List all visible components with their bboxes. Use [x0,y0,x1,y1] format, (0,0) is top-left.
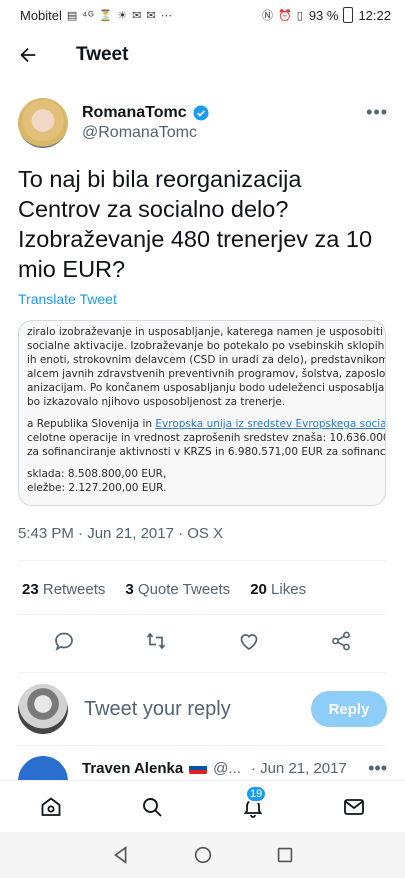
tweet-timestamp[interactable]: 5:43 PM · Jun 21, 2017 · OS X [18,525,223,542]
retweet-action[interactable] [144,629,168,658]
quote-label: Quote Tweets [137,581,231,598]
system-home-icon[interactable] [192,844,214,866]
page-title: Tweet [76,44,129,65]
likes-label: Likes [271,581,307,598]
nav-notifications[interactable]: 19 [233,784,273,827]
search-icon [142,797,162,817]
reply-button[interactable]: Reply [311,691,387,727]
author-name[interactable]: RomanaTomc [82,104,187,122]
doc-text: a Republika Slovenija in [27,418,156,430]
doc-line: a Republika Slovenija in Evropska unija … [27,417,386,431]
likes-stat[interactable]: 20 Likes [250,581,306,598]
share-action[interactable] [329,629,353,658]
retweets-count: 23 [22,581,39,598]
system-back-icon[interactable] [110,844,132,866]
slovenia-flag-icon [189,762,208,774]
user-avatar[interactable] [18,684,68,734]
doc-link: Evropska unija iz sredstev Evropskega so… [155,418,386,430]
reply-composer: Tweet your reply Reply [18,682,387,736]
nav-home[interactable] [31,787,71,827]
tweet-media-image[interactable]: ziralo izobraževanje in usposabljanje, k… [18,320,386,506]
back-button[interactable] [0,30,56,80]
carrier-label: Mobitel [20,7,62,23]
bottom-navigation: 19 [0,780,405,832]
more-options-icon[interactable]: ••• [366,102,388,123]
author-avatar[interactable] [18,98,68,148]
status-icons-right: Ⓝ ⏰ ▯ [261,10,304,22]
doc-line: alcem javnih zdravstvenih preventivnih p… [27,368,386,380]
divider [18,614,387,615]
reply-author-handle: @... [213,759,241,777]
status-icons-left: ▤ ⁴ᴳ ⏳ ☀ ✉ ✉ ⋯ [66,9,173,22]
reply-action[interactable] [52,629,76,658]
doc-line: anizacijam. Po končanem usposabljanju bo… [27,382,386,394]
heart-icon [240,633,257,650]
mail-icon [344,798,365,815]
reply-author-avatar[interactable] [18,756,68,780]
reply-input[interactable]: Tweet your reply [84,698,311,721]
doc-line: ih enoti, strokovnim delavcem (CSD in ur… [27,354,386,366]
verified-badge-icon [193,105,209,121]
divider [18,745,387,746]
translate-tweet-link[interactable]: Translate Tweet [18,291,117,307]
retweet-icon [147,632,166,649]
quote-count: 3 [125,581,134,598]
doc-line: ziralo izobraževanje in usposabljanje, k… [27,326,386,338]
tweet-actions [18,628,387,658]
home-icon [41,796,61,816]
clock: 12:22 [358,7,391,23]
divider [18,672,387,673]
doc-line: bo izkazovalo njihovo usposobljenost za … [27,396,286,408]
nav-search[interactable] [132,787,172,827]
retweets-stat[interactable]: 23 Retweets [22,581,105,598]
status-bar: Mobitel ▤ ⁴ᴳ ⏳ ☀ ✉ ✉ ⋯ Ⓝ ⏰ ▯ 93 % 12:22 [0,0,405,30]
tweet-text: To naj bi bila reorganizacija Centrov za… [18,166,373,282]
author-handle[interactable]: @RomanaTomc [82,124,210,142]
doc-line: za sofinanciranje aktivnosti v KRZS in 6… [27,446,386,458]
tweet-author: RomanaTomc @RomanaTomc ••• [18,96,388,150]
reply-date: · Jun 21, 2017 [250,759,347,777]
reply-tweet-preview[interactable]: Traven Alenka @... · Jun 21, 2017 ••• [18,756,387,780]
back-arrow-icon [20,47,36,63]
battery-label: 93 % [308,7,339,23]
system-navigation-bar [0,832,405,878]
quote-tweets-stat[interactable]: 3 Quote Tweets [125,581,230,598]
doc-line: eležbe: 2.127.200,00 EUR. [27,482,167,494]
notifications-badge: 19 [245,784,268,803]
likes-count: 20 [250,581,267,598]
reply-author-name[interactable]: Traven Alenka [82,760,183,777]
divider [18,560,387,561]
doc-line: celotne operacije in vrednost zaprošenih… [27,432,386,444]
comment-icon [55,632,73,651]
like-action[interactable] [237,629,261,658]
share-icon [331,631,350,650]
top-bar: Tweet [0,30,405,80]
nav-messages[interactable] [334,787,374,827]
document-scan: ziralo izobraževanje in usposabljanje, k… [19,321,386,505]
battery-icon [343,7,354,23]
retweets-label: Retweets [42,581,106,598]
tweet-stats: 23 Retweets 3 Quote Tweets 20 Likes [22,581,306,598]
doc-line: sklada: 8.508.800,00 EUR, [27,468,167,480]
doc-line: socialne aktivacije. Izobraževanje bo po… [27,340,386,352]
more-options-icon[interactable]: ••• [368,758,387,779]
system-recents-icon[interactable] [274,844,296,866]
